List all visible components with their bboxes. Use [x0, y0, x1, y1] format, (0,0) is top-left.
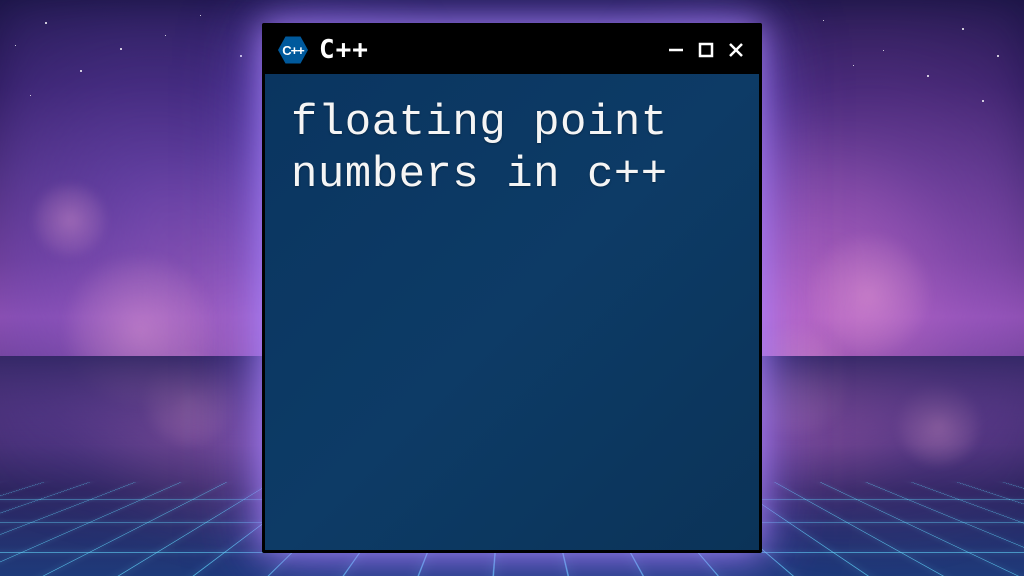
titlebar[interactable]: C++ C++ — [265, 26, 759, 74]
body-text: floating point numbers in c++ — [291, 98, 733, 202]
window-title: C++ — [319, 35, 655, 65]
window-body: floating point numbers in c++ — [265, 74, 759, 550]
minimize-button[interactable] — [665, 39, 687, 61]
close-button[interactable] — [725, 39, 747, 61]
cpp-icon: C++ — [277, 34, 309, 66]
cpp-icon-label: C++ — [282, 43, 304, 58]
terminal-window: C++ C++ floating point numbers in c++ — [262, 23, 762, 553]
window-controls — [665, 39, 747, 61]
maximize-button[interactable] — [695, 39, 717, 61]
